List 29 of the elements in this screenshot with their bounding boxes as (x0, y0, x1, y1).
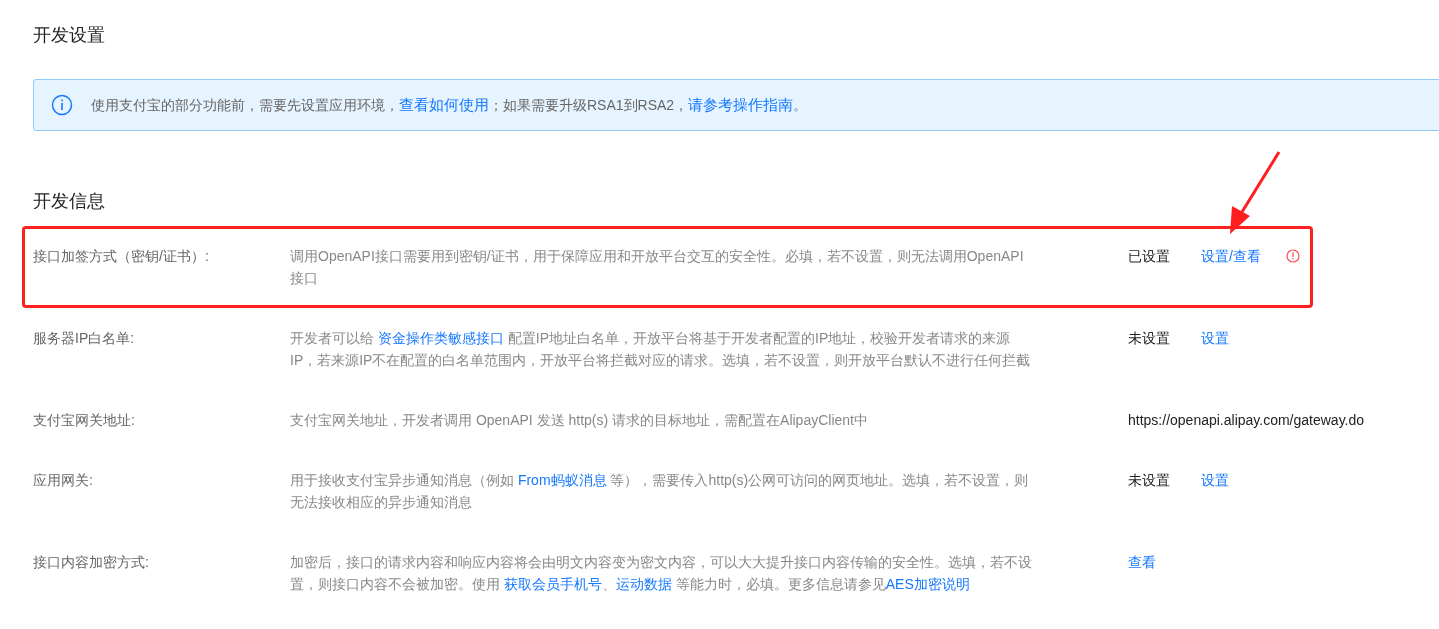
field-label: 应用网关: (33, 471, 94, 490)
notice-link[interactable]: 查看如何使用 (399, 95, 489, 113)
description-link[interactable]: 资金操作类敏感接口 (377, 330, 504, 346)
field-label: 服务器IP白名单: (33, 329, 136, 348)
action-link[interactable]: 设置/查看 (1201, 245, 1274, 267)
description-link[interactable]: 运动数据 (615, 576, 672, 592)
field-description: 加密后，接口的请求内容和响应内容将会由明文内容变为密文内容，可以大大提升接口内容传输的安全性。选填，若不设置，则接口内容不会被加密。使用 获取会员手机号、运动数据 等能力时，必填。更多信息请参见AES加密说明 (290, 553, 1033, 594)
field-label: 接口内容加密方式: (33, 553, 150, 572)
field-description: 支付宝网关地址，开发者调用 OpenAPI 发送 http(s) 请求的目标地址，需配置在AlipayClient中 (290, 411, 869, 430)
status-text: 未设置 (1128, 471, 1171, 490)
action-link[interactable]: 查看 (1128, 551, 1201, 573)
description-link[interactable]: AES加密说明 (885, 576, 970, 592)
field-description: 调用OpenAPI接口需要用到密钥/证书，用于保障应用和开放平台交互的安全性。必填，若不设置，则无法调用OpenAPI接口 (290, 247, 1025, 288)
field-description: 用于接收支付宝异步通知消息（例如 From蚂蚁消息 等），需要传入http(s)公网可访问的网页地址。选填，若不设置，则无法接收相应的异步通知消息 (290, 471, 1030, 512)
status-text: 已设置 (1128, 247, 1171, 266)
notice-link[interactable]: 请参考操作指南 (688, 95, 794, 113)
section-title: 开发设置 (33, 24, 106, 47)
action-link[interactable]: 设置 (1201, 327, 1274, 349)
field-label: 接口加签方式（密钥/证书）: (33, 247, 210, 266)
info-icon (51, 94, 73, 116)
status-text: https://openapi.alipay.com/gateway.do (1128, 411, 1365, 430)
description-link[interactable]: From蚂蚁消息 (517, 472, 607, 488)
description-link[interactable]: 获取会员手机号 (503, 576, 602, 592)
field-description: 开发者可以给 资金操作类敏感接口 配置IP地址白名单，开放平台将基于开发者配置的IP地址，校验开发者请求的来源IP，若来源IP不在配置的白名单范围内，开放平台将拦截对应的请求。选填，若不设置，则开放平台默认不进行任何拦截 (290, 329, 1032, 370)
section-title: 开发信息 (33, 190, 106, 213)
status-text: 未设置 (1128, 329, 1171, 348)
notice-text: 使用支付宝的部分功能前，需要先设置应用环境，查看如何使用；如果需要升级RSA1到RSA2，请参考操作指南。 (91, 94, 808, 115)
action-link[interactable]: 设置 (1201, 469, 1274, 491)
field-label: 支付宝网关地址: (33, 411, 136, 430)
